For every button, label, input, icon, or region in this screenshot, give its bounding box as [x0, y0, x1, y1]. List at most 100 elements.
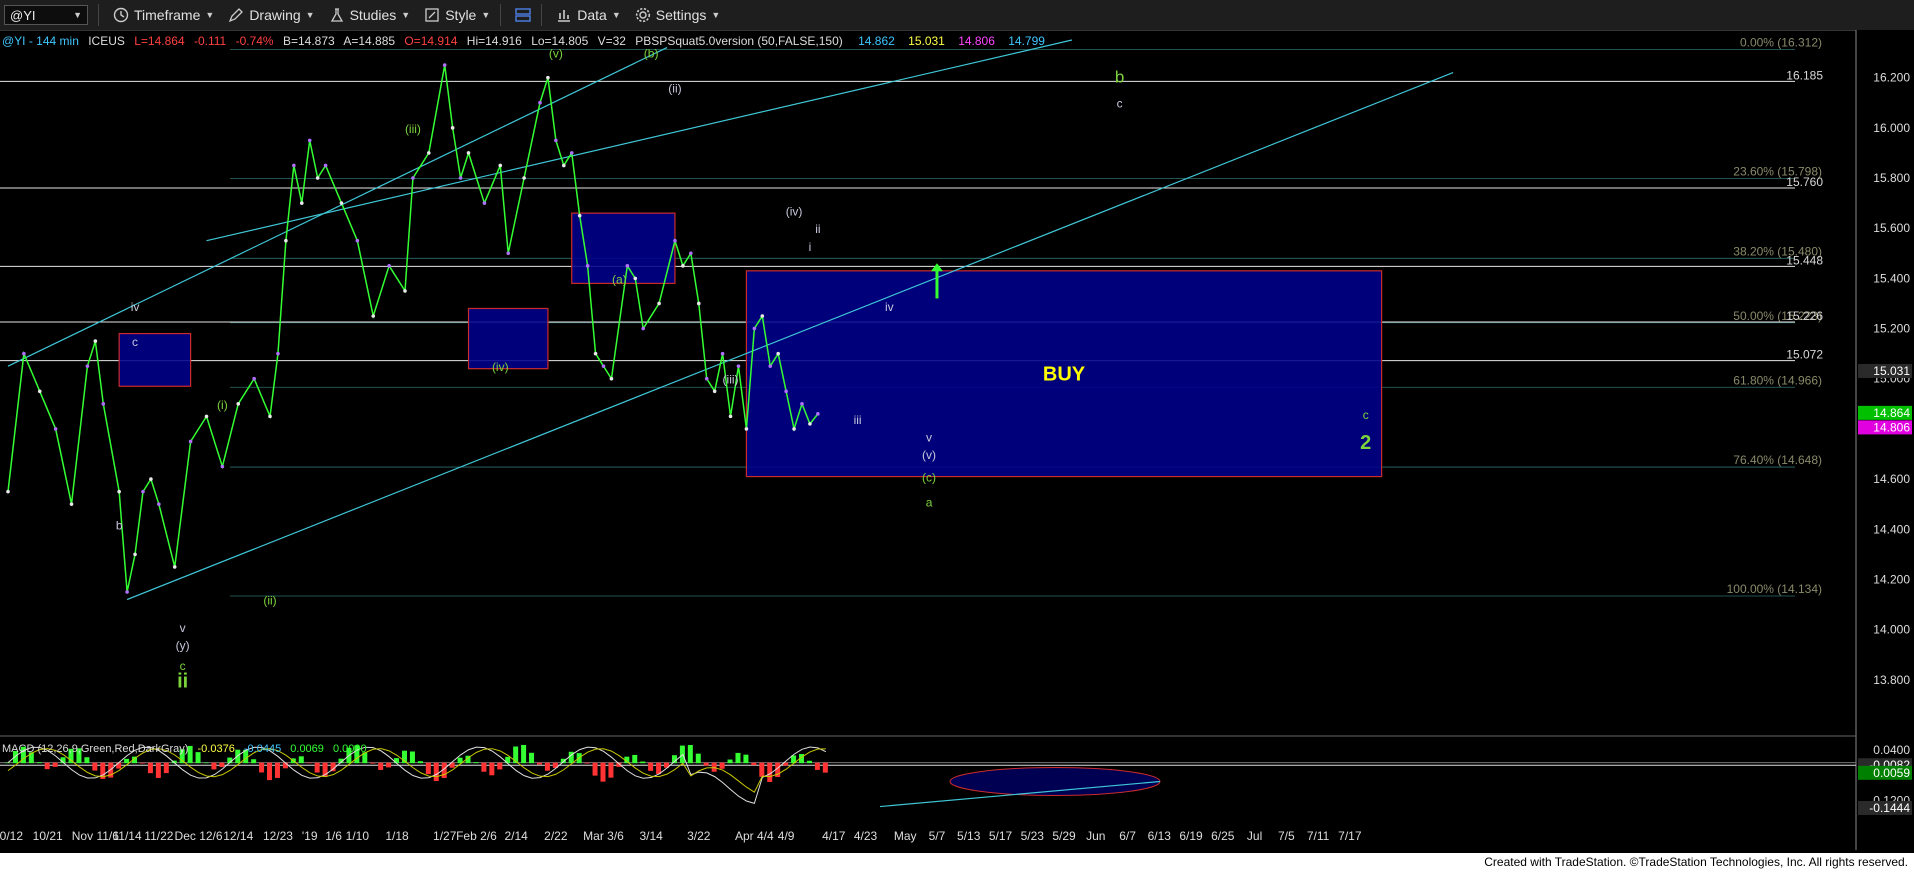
fib-label: 61.80% (14.966) — [1733, 373, 1822, 387]
price-point — [577, 213, 582, 218]
time-tick-label: 3/22 — [687, 829, 711, 843]
macd-histogram-bar — [378, 762, 384, 770]
drawing-menu[interactable]: Drawing ▼ — [228, 7, 315, 23]
macd-histogram-bar — [695, 753, 701, 764]
time-tick-label: 7/11 — [1307, 829, 1330, 843]
macd-histogram-bar — [116, 762, 122, 769]
bid: B=14.873 — [283, 34, 335, 48]
symbol-info: @YI - 144 min — [2, 34, 79, 48]
time-tick-label: 12/14 — [223, 829, 253, 843]
macd-histogram-bar — [751, 762, 757, 766]
wave-label: v — [926, 430, 932, 444]
macd-histogram-bar — [298, 756, 304, 764]
wave-label: (c) — [922, 471, 936, 485]
price-point — [125, 590, 129, 594]
price-point — [466, 151, 471, 155]
wave-label: (i) — [217, 398, 228, 412]
macd-histogram-bar — [656, 762, 662, 774]
macd-histogram-bar — [5, 762, 10, 764]
price-point — [689, 251, 693, 256]
price-point — [284, 238, 288, 243]
chevron-down-icon: ▼ — [73, 10, 82, 20]
macd-value: 0.0000 — [333, 743, 367, 755]
price-point — [625, 264, 630, 268]
macd-histogram-bar — [521, 744, 527, 764]
price-point — [403, 289, 407, 293]
price-chart[interactable]: 0.00% (16.312)16.18523.60% (15.798)15.76… — [0, 30, 1914, 853]
macd-value: -0.0376 — [198, 743, 235, 755]
macd-histogram-bar — [139, 762, 145, 764]
studies-menu[interactable]: Studies ▼ — [329, 7, 411, 23]
wave-label: iv — [885, 300, 894, 314]
time-tick-label: 7/5 — [1278, 829, 1295, 843]
price-point — [299, 201, 304, 205]
price-point — [776, 351, 780, 356]
wave-label: (b) — [644, 47, 659, 61]
macd-panel: 0.0400-0.0400-0.1200-0.00820.0059-0.1444 — [0, 735, 1912, 815]
fib-label: 0.00% (16.312) — [1740, 36, 1822, 50]
price-point — [157, 502, 161, 506]
price-point — [450, 126, 455, 130]
price-point — [641, 326, 645, 331]
macd-histogram-bar — [203, 762, 209, 764]
pct-change: -0.74% — [236, 34, 274, 48]
symbol-select[interactable]: @YI ▼ — [4, 5, 88, 25]
macd-line — [7, 746, 827, 804]
price-point — [411, 176, 415, 180]
price-point — [506, 251, 511, 256]
macd-histogram-bar — [600, 762, 606, 782]
bar-chart-icon — [558, 10, 571, 22]
studies-label: Studies — [349, 7, 397, 23]
settings-menu[interactable]: Settings ▼ — [635, 7, 720, 23]
price-point — [784, 389, 788, 394]
time-tick-label: 5/29 — [1052, 829, 1076, 843]
price-tick-label: 15.800 — [1873, 171, 1910, 185]
macd-histogram-bar — [584, 762, 590, 764]
price-point — [355, 238, 360, 243]
style-menu[interactable]: Style ▼ — [424, 7, 490, 23]
price-point — [657, 301, 661, 306]
timeframe-menu[interactable]: Timeframe ▼ — [113, 7, 214, 23]
layout-icon — [515, 8, 532, 22]
data-menu[interactable]: Data ▼ — [556, 7, 621, 23]
price-point — [681, 264, 685, 268]
drawing-label: Drawing — [249, 7, 301, 23]
time-tick-label: 4/9 — [778, 829, 795, 843]
macd-histogram-bar — [259, 762, 265, 773]
macd-header: MACD (12,26,9,Green,Red,DarkGray) -0.037… — [2, 743, 367, 755]
macd-histogram-bar — [489, 762, 495, 776]
price-point — [371, 314, 376, 318]
price-point — [292, 163, 296, 168]
layout-button[interactable] — [515, 7, 532, 23]
toolbar-divider — [541, 4, 543, 26]
time-tick-label: May — [894, 829, 917, 843]
wave-label: ii — [815, 222, 820, 236]
level-label: 15.226 — [1786, 309, 1823, 323]
macd-value: -0.0445 — [244, 743, 281, 755]
macd-histogram-bar — [433, 762, 439, 782]
price-point — [498, 163, 503, 168]
price-point — [268, 414, 272, 419]
macd-histogram-bar — [409, 751, 415, 764]
price-line — [7, 64, 819, 593]
buy-zone-label: BUY — [1043, 364, 1086, 386]
price-tick-label: 14.200 — [1873, 572, 1910, 586]
price-point — [744, 427, 749, 431]
price-point — [117, 489, 121, 494]
chevron-down-icon: ▼ — [401, 10, 411, 20]
wave-label: b — [116, 518, 123, 532]
level-label: 15.072 — [1786, 348, 1823, 362]
time-tick-label: 6/7 — [1119, 829, 1136, 843]
study-value: 14.806 — [958, 34, 995, 48]
wave-label: i — [809, 240, 812, 254]
macd-histogram-bar — [267, 762, 273, 781]
price-point — [236, 402, 241, 406]
time-tick-label: 5/7 — [929, 829, 946, 843]
chevron-down-icon: ▼ — [205, 10, 215, 20]
time-tick-label: 5/13 — [957, 829, 981, 843]
price-point — [546, 75, 550, 80]
price-point — [673, 238, 677, 243]
time-tick-label: 5/17 — [989, 829, 1013, 843]
price-point — [808, 422, 812, 426]
time-tick-label: 7/17 — [1338, 829, 1362, 843]
